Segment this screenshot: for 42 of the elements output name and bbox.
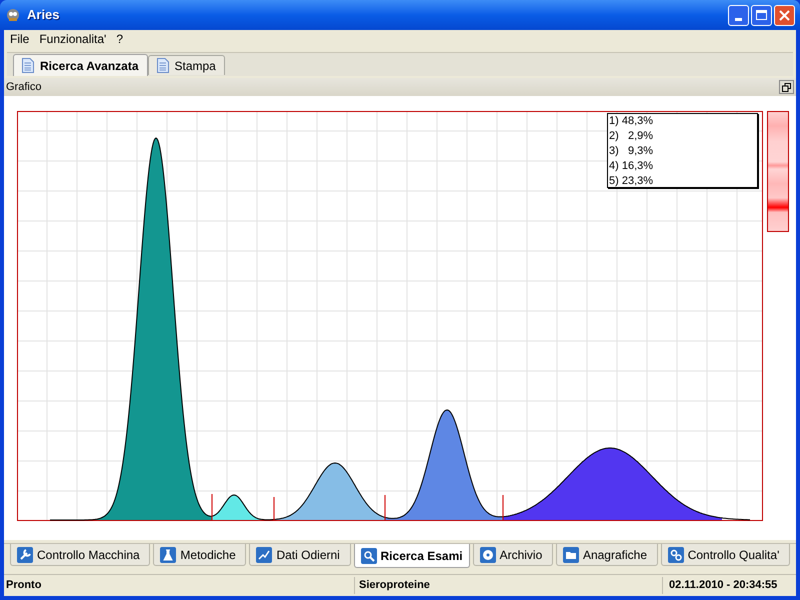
gears-icon: [668, 546, 684, 562]
line-graph-icon: [256, 546, 272, 562]
minimize-icon: [735, 18, 742, 20]
tab[interactable]: Dati Odierni: [249, 544, 351, 566]
document-icon: [22, 58, 34, 73]
legend-entry: 3) 9,3%: [609, 144, 654, 159]
legend-entry: 1) 48,3%: [609, 114, 654, 129]
legend-entry: 4) 16,3%: [609, 159, 654, 174]
tab[interactable]: Metodiche: [153, 544, 246, 566]
status-text: 02.11.2010 - 20:34:55: [662, 577, 796, 594]
menu-item[interactable]: Funzionalita': [35, 30, 110, 48]
close-icon: [779, 10, 790, 20]
menu-item[interactable]: File: [6, 30, 34, 48]
tab[interactable]: Ricerca Esami: [354, 544, 470, 568]
close-button[interactable]: [774, 4, 795, 26]
tab[interactable]: Anagrafiche: [556, 544, 658, 566]
legend-entry: 5) 23,3%: [609, 174, 654, 189]
separator-line: [502, 494, 504, 520]
panel-title: Grafico: [6, 80, 42, 95]
tab[interactable]: Controllo Macchina: [10, 544, 150, 566]
wrench-icon: [17, 546, 33, 562]
status-text: Pronto: [5, 578, 42, 594]
window-title: Aries: [27, 6, 60, 24]
restore-icon: [782, 82, 791, 92]
app-logo-icon: [5, 7, 21, 23]
flask-icon: [160, 546, 176, 562]
minimize-button[interactable]: [728, 4, 749, 26]
folder-icon: [562, 546, 579, 562]
tab[interactable]: Controllo Qualita': [660, 544, 790, 566]
maximize-button[interactable]: [751, 4, 772, 26]
legend-entry: 2) 2,9%: [609, 129, 654, 144]
document-icon: [156, 58, 168, 73]
search-icon: [360, 548, 377, 564]
tab[interactable]: Ricerca Avanzata: [13, 54, 148, 76]
tab[interactable]: Archivio: [472, 544, 553, 566]
restore-button[interactable]: [779, 80, 794, 94]
tab[interactable]: Stampa: [148, 55, 225, 75]
separator-line: [384, 494, 386, 520]
status-text: Sieroproteine: [354, 577, 662, 594]
menu-item[interactable]: ?: [112, 30, 128, 48]
maximize-icon: [756, 10, 767, 20]
disc-icon: [480, 546, 496, 562]
